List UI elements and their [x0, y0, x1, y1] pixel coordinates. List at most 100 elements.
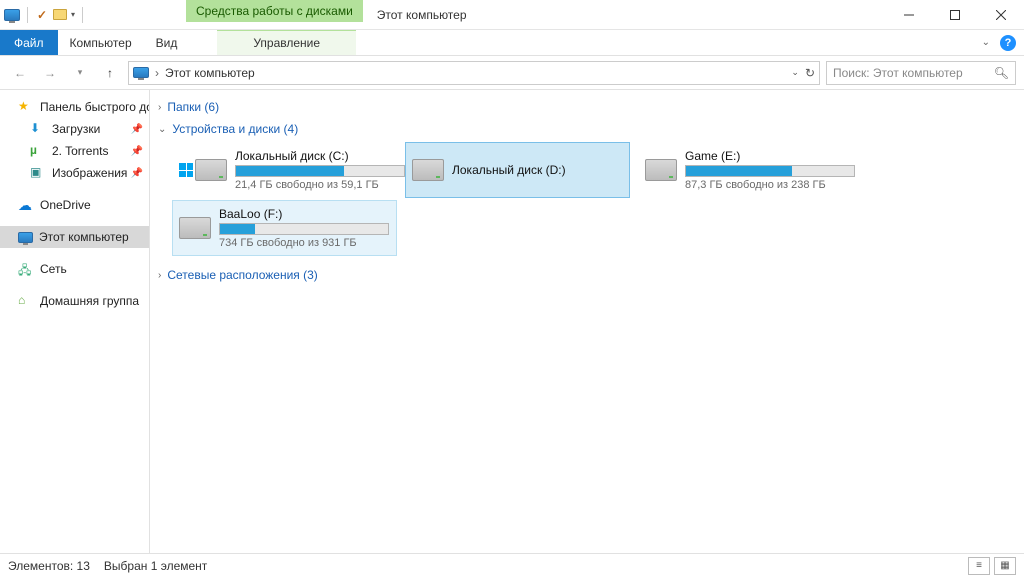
sidebar-label: Панель быстрого доступа	[40, 100, 150, 114]
refresh-icon[interactable]: ↻	[805, 66, 815, 80]
sidebar-homegroup[interactable]: ⌂ Домашняя группа	[0, 290, 149, 312]
drive-icon	[645, 159, 677, 181]
drive-item[interactable]: BaaLoo (F:)734 ГБ свободно из 931 ГБ	[172, 200, 397, 256]
drive-item[interactable]: Локальный диск (D:)	[405, 142, 630, 198]
qat-separator-2	[82, 7, 83, 23]
window-controls	[886, 0, 1024, 29]
status-selected: Выбран 1 элемент	[104, 559, 207, 573]
title-bar: ✓ ▾ Средства работы с дисками Этот компь…	[0, 0, 1024, 30]
capacity-bar	[219, 223, 389, 235]
navigation-pane[interactable]: ★ Панель быстрого доступа ⬇ Загрузки 📌 µ…	[0, 90, 150, 553]
homegroup-icon: ⌂	[18, 293, 34, 309]
group-folders[interactable]: › Папки (6)	[158, 96, 1016, 118]
group-label: Сетевые расположения (3)	[167, 268, 317, 282]
window-title: Этот компьютер	[363, 0, 481, 29]
contextual-tab-group: Средства работы с дисками	[186, 0, 363, 22]
quick-access-toolbar: ✓ ▾	[0, 0, 86, 29]
status-bar: Элементов: 13 Выбран 1 элемент ≡ ▦	[0, 553, 1024, 577]
group-label: Устройства и диски (4)	[172, 122, 298, 136]
group-label: Папки (6)	[167, 100, 219, 114]
recent-locations-icon[interactable]: ▾	[68, 61, 92, 85]
chevron-down-icon[interactable]: ⌄	[158, 124, 166, 135]
breadcrumb-location[interactable]: Этот компьютер	[165, 66, 255, 80]
images-icon: ▣	[30, 165, 46, 181]
address-bar-right: ⌄ ↻	[791, 66, 815, 80]
up-button[interactable]: ↑	[98, 61, 122, 85]
navigation-bar: ← → ▾ ↑ › Этот компьютер ⌄ ↻ Поиск: Этот…	[0, 56, 1024, 90]
pin-icon: 📌	[131, 146, 143, 157]
help-icon[interactable]: ?	[1000, 35, 1016, 51]
sidebar-label: Этот компьютер	[39, 230, 129, 244]
sidebar-item-label: Изображения	[52, 166, 127, 180]
search-placeholder: Поиск: Этот компьютер	[833, 66, 963, 80]
drive-info: Game (E:)87,3 ГБ свободно из 238 ГБ	[685, 149, 856, 191]
tab-view[interactable]: Вид	[144, 30, 190, 55]
drives-container: Локальный диск (C:) 21,4 ГБ свободно из 5…	[158, 140, 1016, 264]
properties-icon[interactable]: ✓	[33, 6, 51, 24]
drive-info: Локальный диск (D:)	[452, 163, 623, 177]
location-icon	[133, 67, 149, 78]
new-folder-icon[interactable]	[53, 9, 67, 20]
drive-icon	[195, 159, 227, 181]
tab-computer[interactable]: Компьютер	[58, 30, 144, 55]
sidebar-item-images[interactable]: ▣ Изображения 📌	[0, 162, 149, 184]
qat-dropdown-icon[interactable]: ▾	[69, 10, 77, 19]
forward-button[interactable]: →	[38, 61, 62, 85]
drive-icon	[412, 159, 444, 181]
drive-item[interactable]: Локальный диск (C:)21,4 ГБ свободно из 5…	[172, 142, 397, 198]
sidebar-label: Сеть	[40, 262, 67, 276]
pin-icon: 📌	[131, 168, 143, 179]
group-drives[interactable]: ⌄ Устройства и диски (4)	[158, 118, 1016, 140]
sidebar-this-pc[interactable]: Этот компьютер	[0, 226, 149, 248]
tiles-view-button[interactable]: ▦	[994, 557, 1016, 575]
app-icon[interactable]	[4, 9, 20, 21]
search-input[interactable]: Поиск: Этот компьютер 🔍︎	[826, 61, 1016, 85]
tab-manage[interactable]: Управление	[217, 30, 356, 55]
content-pane[interactable]: › Папки (6) ⌄ Устройства и диски (4) Лок…	[150, 90, 1024, 553]
capacity-bar	[235, 165, 405, 177]
titlebar-spacer	[481, 0, 886, 29]
breadcrumb-sep: ›	[155, 66, 159, 80]
windows-logo-icon	[179, 163, 193, 177]
capacity-bar	[685, 165, 855, 177]
address-bar[interactable]: › Этот компьютер ⌄ ↻	[128, 61, 820, 85]
sidebar-item-label: Загрузки	[52, 122, 100, 136]
drive-name: BaaLoo (F:)	[219, 207, 390, 221]
file-tab[interactable]: Файл	[0, 30, 58, 55]
sidebar-network[interactable]: 🖧 Сеть	[0, 258, 149, 280]
sidebar-item-torrents[interactable]: µ 2. Torrents 📌	[0, 140, 149, 162]
details-view-button[interactable]: ≡	[968, 557, 990, 575]
search-icon[interactable]: 🔍︎	[994, 66, 1009, 80]
ribbon-right: ⌄ ?	[982, 30, 1024, 55]
back-button[interactable]: ←	[8, 61, 32, 85]
pin-icon: 📌	[131, 124, 143, 135]
drive-free-text: 21,4 ГБ свободно из 59,1 ГБ	[235, 179, 405, 191]
chevron-right-icon[interactable]: ›	[158, 102, 161, 113]
capacity-fill	[220, 224, 255, 234]
ribbon-collapse-icon[interactable]: ⌄	[982, 37, 990, 48]
drive-item[interactable]: Game (E:)87,3 ГБ свободно из 238 ГБ	[638, 142, 863, 198]
qat-separator	[27, 7, 28, 23]
group-network-locations[interactable]: › Сетевые расположения (3)	[158, 264, 1016, 286]
chevron-right-icon[interactable]: ›	[158, 270, 161, 281]
drive-name: Локальный диск (C:)	[235, 149, 405, 163]
minimize-button[interactable]	[886, 0, 932, 29]
cloud-icon: ☁	[18, 197, 34, 213]
utorrent-icon: µ	[30, 143, 46, 159]
sidebar-item-label: 2. Torrents	[52, 144, 108, 158]
view-switcher: ≡ ▦	[968, 557, 1016, 575]
maximize-button[interactable]	[932, 0, 978, 29]
sidebar-label: Домашняя группа	[40, 294, 139, 308]
sidebar-quick-access[interactable]: ★ Панель быстрого доступа	[0, 96, 149, 118]
drive-info: BaaLoo (F:)734 ГБ свободно из 931 ГБ	[219, 207, 390, 249]
drive-icon	[179, 217, 211, 239]
drive-info: Локальный диск (C:) 21,4 ГБ свободно из 5…	[235, 149, 405, 191]
main-area: ★ Панель быстрого доступа ⬇ Загрузки 📌 µ…	[0, 90, 1024, 553]
sidebar-item-downloads[interactable]: ⬇ Загрузки 📌	[0, 118, 149, 140]
status-items: Элементов: 13	[8, 559, 90, 573]
downloads-icon: ⬇	[30, 121, 46, 137]
star-icon: ★	[18, 99, 34, 115]
sidebar-onedrive[interactable]: ☁ OneDrive	[0, 194, 149, 216]
close-button[interactable]	[978, 0, 1024, 29]
address-dropdown-icon[interactable]: ⌄	[791, 67, 799, 78]
